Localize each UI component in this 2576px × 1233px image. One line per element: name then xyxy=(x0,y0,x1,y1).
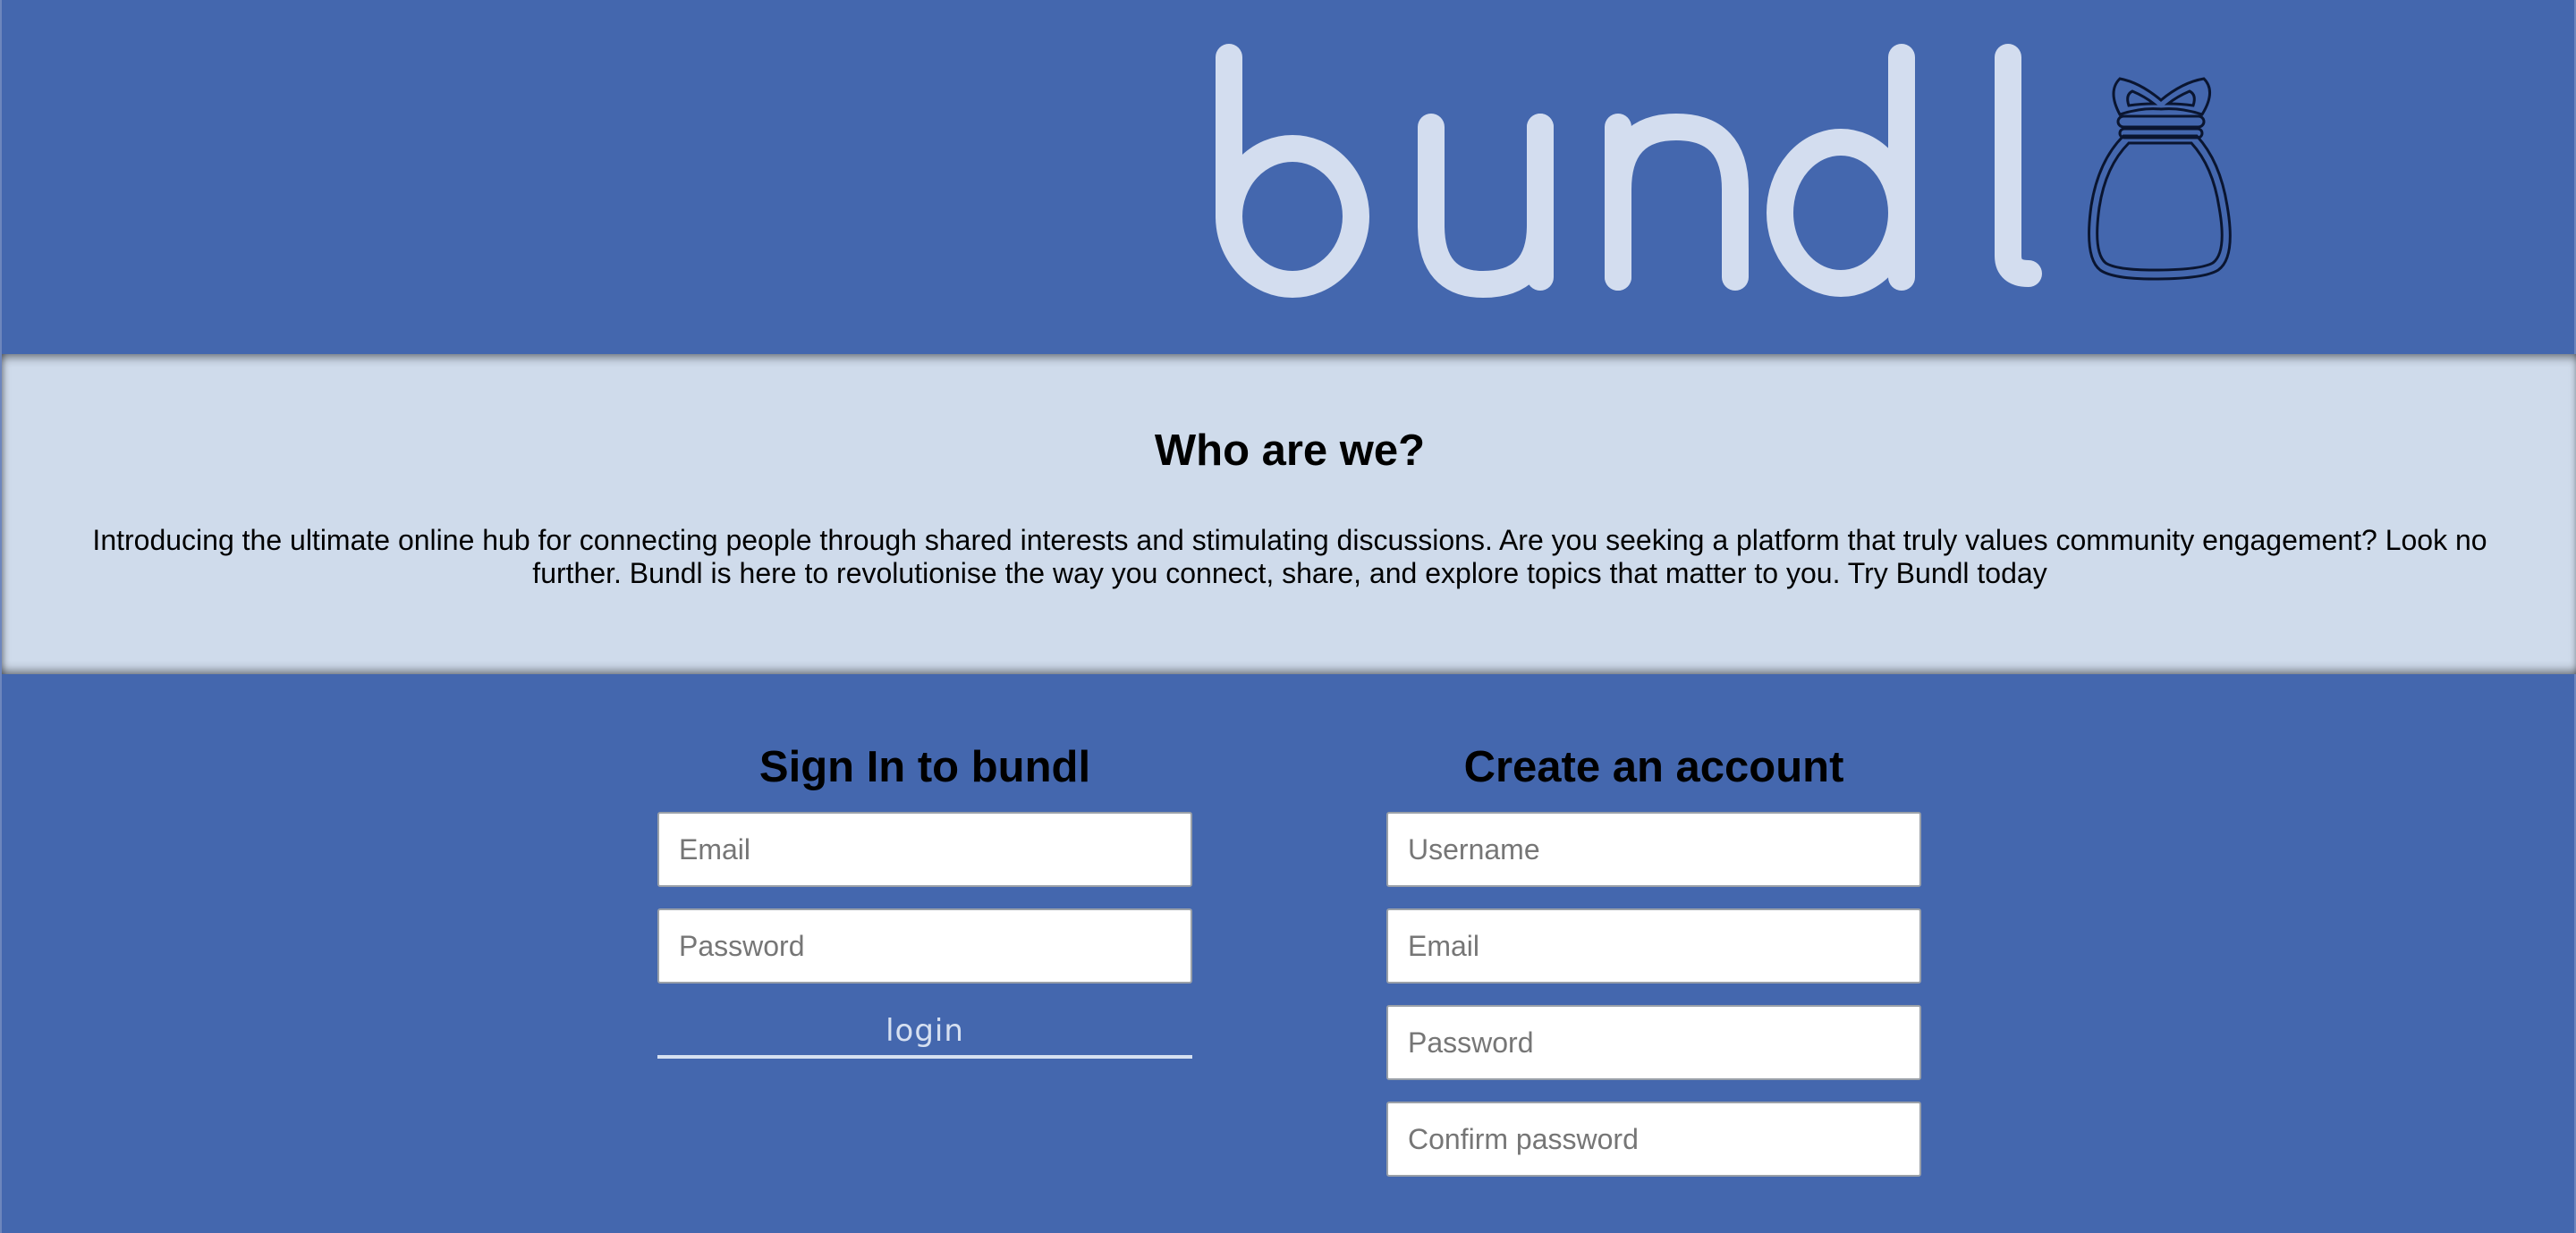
glyph-u xyxy=(1418,114,1554,298)
signup-form: Create an account xyxy=(1386,742,1921,1177)
glyph-l xyxy=(1995,44,2042,287)
bundl-logo xyxy=(1216,44,2232,298)
about-heading: Who are we? xyxy=(1154,426,1426,475)
glyph-b-bowl xyxy=(1216,135,1369,298)
signup-confirm-password-input[interactable] xyxy=(1386,1102,1921,1177)
signin-email-input[interactable] xyxy=(657,812,1192,887)
money-bag-icon xyxy=(2088,77,2232,281)
signin-password-input[interactable] xyxy=(657,908,1192,984)
signup-title: Create an account xyxy=(1463,743,1844,791)
wordmark-glyphs xyxy=(1216,44,2042,298)
signin-form: Sign In to bundl login xyxy=(657,742,1192,1059)
signin-title: Sign In to bundl xyxy=(758,743,1091,791)
site-header xyxy=(2,0,2576,354)
glyph-d-bowl xyxy=(1767,129,1915,297)
signup-email-input[interactable] xyxy=(1386,908,1921,984)
page: Who are we? Introducing the ultimate onl… xyxy=(0,0,2576,1233)
signup-password-input[interactable] xyxy=(1386,1005,1921,1080)
login-button[interactable]: login xyxy=(657,1007,1192,1059)
glyph-n xyxy=(1605,114,1749,291)
signup-username-input[interactable] xyxy=(1386,812,1921,887)
about-section: Who are we? Introducing the ultimate onl… xyxy=(2,354,2576,674)
about-body: Introducing the ultimate online hub for … xyxy=(92,524,2487,589)
